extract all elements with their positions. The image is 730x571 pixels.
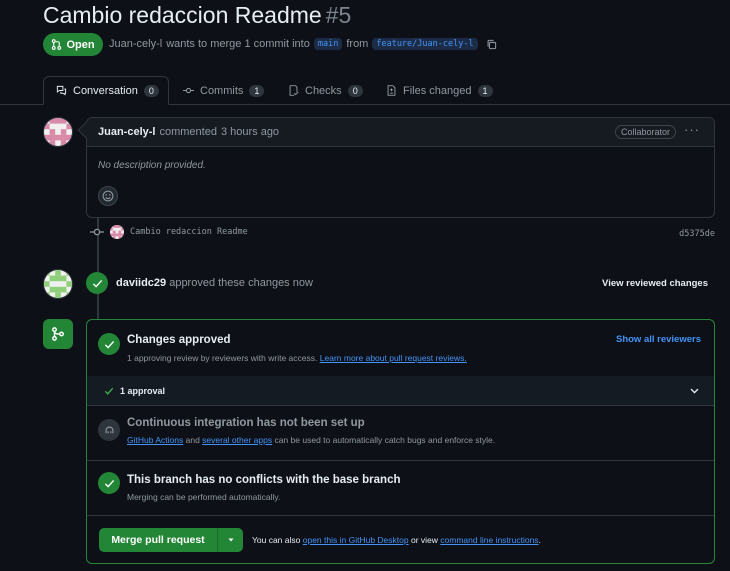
add-reaction-button[interactable] xyxy=(98,186,118,206)
no-conflicts-title: This branch has no conflicts with the ba… xyxy=(127,474,401,486)
pr-meta-text: wants to merge 1 commit into xyxy=(166,38,310,50)
ci-title: Continuous integration has not been set … xyxy=(127,417,365,429)
git-pull-request-icon xyxy=(52,39,62,50)
ci-subtitle: GitHub Actions and several other apps ca… xyxy=(127,435,495,445)
approved-icon xyxy=(98,333,120,355)
head-branch[interactable]: feature/Juan-cely-l xyxy=(372,38,478,50)
pr-author-link[interactable]: Juan-cely-l xyxy=(109,38,162,50)
approved-sub-text: 1 approving review by reviewers with wri… xyxy=(127,353,318,363)
tab-conversation-count: 0 xyxy=(143,84,159,97)
merge-status-icon xyxy=(43,319,73,349)
tab-files-changed-label: Files changed xyxy=(403,84,472,97)
ci-status-icon xyxy=(98,419,120,441)
approval-count: 1 approval xyxy=(120,385,166,396)
git-commit-icon xyxy=(183,87,194,94)
comment-time[interactable]: 3 hours ago xyxy=(221,126,279,138)
identicon-avatar-icon xyxy=(44,118,72,146)
git-merge-icon xyxy=(52,327,64,341)
from-text: from xyxy=(346,38,369,50)
tab-conversation[interactable]: Conversation 0 xyxy=(43,76,169,105)
reviewer-name[interactable]: daviidc29 xyxy=(116,277,166,289)
tab-commits-label: Commits xyxy=(200,84,244,97)
chevron-down-icon[interactable] xyxy=(689,385,700,396)
comment-action: commented xyxy=(159,126,217,138)
tab-files-changed-count: 1 xyxy=(477,84,493,97)
identicon-avatar-icon xyxy=(44,270,72,298)
view-reviewed-changes-button[interactable]: View reviewed changes xyxy=(602,278,708,289)
check-icon xyxy=(104,387,114,395)
comment-header: Juan-cely-l commented 3 hours ago Collab… xyxy=(87,118,714,147)
reviewer-avatar[interactable] xyxy=(43,269,73,299)
approved-status-icon xyxy=(86,272,108,294)
pr-title-row: Cambio redaccion Readme #5 xyxy=(43,2,351,29)
tab-commits-count: 1 xyxy=(249,84,265,97)
commit-sha[interactable]: d5375de xyxy=(679,229,715,239)
merge-button-group: Merge pull request xyxy=(99,528,243,552)
merge-alternatives: You can also open this in GitHub Desktop… xyxy=(252,535,541,545)
base-branch[interactable]: main xyxy=(313,38,343,50)
pr-state-badge: Open xyxy=(43,33,103,56)
pr-meta: Juan-cely-l wants to merge 1 commit into… xyxy=(109,38,497,50)
review-event: daviidc29 approved these changes now xyxy=(116,277,313,289)
review-text: approved these changes xyxy=(169,277,290,289)
also-text: You can also xyxy=(252,535,301,545)
git-commit-icon xyxy=(90,228,104,236)
comment-author[interactable]: Juan-cely-l xyxy=(98,126,155,138)
kebab-menu-icon[interactable]: ··· xyxy=(684,122,700,137)
tab-checks-count: 0 xyxy=(347,84,363,97)
tab-checks-label: Checks xyxy=(305,84,342,97)
actions-icon xyxy=(105,426,113,433)
tab-commits[interactable]: Commits 1 xyxy=(183,76,265,105)
checklist-icon xyxy=(289,85,299,96)
ci-and-text: and xyxy=(185,435,200,445)
merge-options-dropdown[interactable] xyxy=(217,528,243,552)
avatar[interactable] xyxy=(43,117,73,147)
comment-body: No description provided. xyxy=(98,160,206,171)
file-diff-icon xyxy=(387,85,396,96)
smiley-icon xyxy=(102,190,114,202)
command-line-link[interactable]: command line instructions xyxy=(440,535,538,545)
commit-message[interactable]: Cambio redaccion Readme xyxy=(130,227,248,237)
ci-rest-text: can be used to automatically catch bugs … xyxy=(274,435,496,445)
check-icon xyxy=(104,479,114,488)
tab-checks[interactable]: Checks 0 xyxy=(288,76,363,105)
comment-box: Juan-cely-l commented 3 hours ago Collab… xyxy=(86,117,715,218)
changes-approved-subtitle: 1 approving review by reviewers with wri… xyxy=(127,353,467,363)
triangle-down-icon xyxy=(228,538,233,542)
ci-section: Continuous integration has not been set … xyxy=(87,407,714,461)
check-icon xyxy=(104,340,114,349)
period-text: . xyxy=(538,535,541,545)
changes-approved-title: Changes approved xyxy=(127,334,231,346)
comment-discussion-icon xyxy=(56,85,67,96)
pr-title: Cambio redaccion Readme xyxy=(43,2,322,28)
check-icon xyxy=(92,279,102,288)
show-all-reviewers-link[interactable]: Show all reviewers xyxy=(616,334,701,345)
commit-row: Cambio redaccion Readme xyxy=(90,225,248,239)
collaborator-badge: Collaborator xyxy=(614,125,676,139)
merge-box: Changes approved 1 approving review by r… xyxy=(86,319,715,564)
reviews-section: Changes approved 1 approving review by r… xyxy=(87,320,714,376)
tab-conversation-label: Conversation xyxy=(73,84,138,97)
commit-avatar[interactable] xyxy=(110,225,124,239)
github-actions-link[interactable]: GitHub Actions xyxy=(127,435,183,445)
review-time[interactable]: now xyxy=(293,277,313,289)
no-conflicts-subtitle: Merging can be performed automatically. xyxy=(127,492,281,502)
github-desktop-link[interactable]: open this in GitHub Desktop xyxy=(303,535,409,545)
other-apps-link[interactable]: several other apps xyxy=(202,435,272,445)
identicon-avatar-icon xyxy=(110,225,124,239)
pr-number: #5 xyxy=(325,2,352,28)
no-conflicts-icon xyxy=(98,472,120,494)
approval-summary-row[interactable]: 1 approval xyxy=(87,376,714,406)
copy-icon[interactable] xyxy=(486,39,497,50)
pr-state-label: Open xyxy=(66,38,95,51)
learn-more-reviews-link[interactable]: Learn more about pull request reviews. xyxy=(320,353,467,363)
or-view-text: or view xyxy=(410,535,438,545)
conflicts-section: This branch has no conflicts with the ba… xyxy=(87,461,714,516)
tab-files-changed[interactable]: Files changed 1 xyxy=(386,76,493,105)
merge-pull-request-button[interactable]: Merge pull request xyxy=(99,528,217,552)
